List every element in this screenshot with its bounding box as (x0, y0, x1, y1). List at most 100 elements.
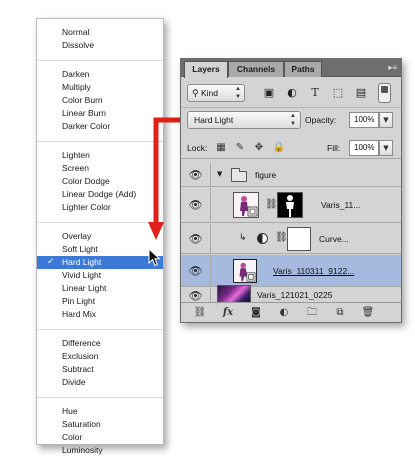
menu-group-darken: Darken Multiply Color Burn Linear Burn D… (37, 68, 163, 133)
visibility-eye-icon[interactable]: 👁 (181, 224, 211, 253)
panel-tab-strip: Layers Channels Paths ▸≡ (181, 59, 401, 78)
blend-mode-select[interactable]: Hard Light ▲ ▼ (187, 111, 301, 129)
menu-separator (37, 397, 163, 398)
search-icon: ⚲ (192, 89, 199, 99)
shape-filter-icon[interactable]: ⬚ (330, 85, 346, 101)
menu-group-inversion: Difference Exclusion Subtract Divide (37, 337, 163, 389)
mouse-cursor-icon (148, 248, 161, 267)
panel-menu-icon[interactable]: ▸≡ (383, 62, 397, 74)
smart-object-filter-icon[interactable]: ▤ (353, 85, 369, 101)
menu-item-color-dodge[interactable]: Color Dodge (37, 175, 163, 188)
menu-item-luminosity[interactable]: Luminosity (37, 444, 163, 457)
menu-item-color-burn[interactable]: Color Burn (37, 94, 163, 107)
pixel-filter-icon[interactable]: ▣ (261, 85, 277, 101)
blend-mode-menu: Normal Dissolve Darken Multiply Color Bu… (36, 18, 164, 455)
fx-icon[interactable]: fx (221, 306, 235, 320)
menu-item-linear-burn[interactable]: Linear Burn (37, 107, 163, 120)
menu-item-normal[interactable]: Normal (37, 26, 163, 39)
blend-mode-value: Hard Light (194, 115, 234, 125)
new-layer-icon[interactable]: ⧉ (333, 306, 347, 320)
mask-link-icon[interactable]: ⛓ (275, 232, 288, 243)
menu-item-linear-light[interactable]: Linear Light (37, 282, 163, 295)
menu-item-multiply[interactable]: Multiply (37, 81, 163, 94)
lock-position-icon[interactable]: ✥ (252, 141, 266, 155)
figure-thumbnail-icon (234, 260, 256, 282)
tab-layers[interactable]: Layers (184, 61, 228, 78)
menu-item-darker-color[interactable]: Darker Color (37, 120, 163, 133)
delete-layer-icon[interactable]: 🗑 (361, 306, 375, 320)
opacity-dropdown-arrow[interactable]: ▼ (379, 112, 393, 128)
lock-fill-row: Lock: ▦ ✎ ✥ 🔒 Fill: 100% ▼ (181, 137, 401, 159)
fill-input[interactable]: 100% (349, 140, 379, 156)
menu-group-component: Hue Saturation Color Luminosity (37, 405, 163, 457)
type-filter-icon[interactable]: T (307, 85, 323, 101)
layer-thumbnail (233, 259, 257, 283)
menu-item-hard-mix[interactable]: Hard Mix (37, 308, 163, 321)
lock-image-pixels-icon[interactable]: ✎ (233, 141, 247, 155)
new-adjustment-icon[interactable]: ◐ (277, 306, 291, 320)
menu-item-pin-light[interactable]: Pin Light (37, 295, 163, 308)
filter-kind-select[interactable]: ⚲ Kind ▲ ▼ (187, 84, 245, 102)
layer-name: Varis_110311_9122... (273, 266, 355, 276)
menu-item-vivid-light[interactable]: Vivid Light (37, 269, 163, 282)
menu-group-lighten: Lighten Screen Color Dodge Linear Dodge … (37, 149, 163, 214)
checkmark-icon: ✓ (47, 257, 55, 267)
layer-name: Curve... (319, 234, 349, 244)
tab-paths[interactable]: Paths (284, 61, 322, 77)
menu-group-normal: Normal Dissolve (37, 26, 163, 52)
visibility-eye-icon[interactable]: 👁 (181, 163, 211, 186)
updown-arrows-icon: ▲ ▼ (235, 86, 241, 100)
mask-silhouette-icon (278, 193, 302, 217)
figure-thumbnail-icon (234, 193, 258, 217)
menu-item-linear-dodge[interactable]: Linear Dodge (Add) (37, 188, 163, 201)
layer-row-selected-smart-object[interactable]: 👁 Varis_110311_9122... (181, 255, 401, 287)
layer-name: Varis_121021_0225 (257, 290, 333, 300)
mask-link-icon[interactable]: ⛓ (265, 199, 278, 210)
menu-item-hue[interactable]: Hue (37, 405, 163, 418)
menu-item-subtract[interactable]: Subtract (37, 363, 163, 376)
menu-item-lighter-color[interactable]: Lighter Color (37, 201, 163, 214)
layer-row-smart-object-masked[interactable]: 👁 ⛓ Varis_11... (181, 188, 401, 223)
menu-item-divide[interactable]: Divide (37, 376, 163, 389)
visibility-eye-icon[interactable]: 👁 (181, 255, 211, 286)
menu-item-darken[interactable]: Darken (37, 68, 163, 81)
menu-item-dissolve[interactable]: Dissolve (37, 39, 163, 52)
menu-item-saturation[interactable]: Saturation (37, 418, 163, 431)
group-expand-triangle-icon[interactable]: ▼ (217, 170, 222, 178)
tab-channels[interactable]: Channels (228, 61, 284, 77)
add-mask-icon[interactable]: ◙ (249, 306, 263, 320)
menu-item-overlay[interactable]: Overlay (37, 230, 163, 243)
layers-panel: Layers Channels Paths ▸≡ ⚲ Kind ▲ ▼ ▣ ◐ T… (180, 58, 402, 323)
menu-separator (37, 329, 163, 330)
menu-item-difference[interactable]: Difference (37, 337, 163, 350)
menu-item-exclusion[interactable]: Exclusion (37, 350, 163, 363)
menu-separator (37, 222, 163, 223)
visibility-eye-icon[interactable]: 👁 (181, 188, 211, 222)
menu-separator (37, 60, 163, 61)
adjustment-filter-icon[interactable]: ◐ (284, 85, 300, 101)
filter-toggle-switch[interactable] (378, 83, 391, 103)
link-layers-icon[interactable]: ⛓ (193, 306, 207, 320)
fill-dropdown-arrow[interactable]: ▼ (379, 140, 393, 156)
menu-item-soft-light[interactable]: Soft Light (37, 243, 163, 256)
lock-all-icon[interactable]: 🔒 (272, 141, 286, 155)
fill-label: Fill: (327, 143, 341, 153)
layer-row-curves[interactable]: 👁 ↳ ⛓ Curve... (181, 224, 401, 254)
menu-item-screen[interactable]: Screen (37, 162, 163, 175)
layer-filter-row: ⚲ Kind ▲ ▼ ▣ ◐ T ⬚ ▤ (181, 78, 401, 108)
menu-item-color[interactable]: Color (37, 431, 163, 444)
layer-mask-thumbnail[interactable] (277, 192, 303, 218)
menu-group-contrast: Overlay Soft Light ✓ Hard Light Vivid Lig… (37, 230, 163, 321)
opacity-input[interactable]: 100% (349, 112, 379, 128)
layer-mask-thumbnail[interactable] (287, 227, 311, 251)
layer-row-group[interactable]: 👁 ▼ figure (181, 163, 401, 187)
lock-label: Lock: (187, 143, 208, 153)
layer-name: figure (255, 170, 277, 180)
filter-kind-label: Kind (200, 88, 218, 98)
lock-transparent-pixels-icon[interactable]: ▦ (214, 141, 228, 155)
adjustment-layer-icon (257, 233, 268, 244)
menu-item-hard-light[interactable]: ✓ Hard Light (37, 256, 163, 269)
menu-item-label: Hard Light (62, 257, 102, 267)
new-group-icon[interactable]: 🗀 (305, 306, 319, 320)
menu-item-lighten[interactable]: Lighten (37, 149, 163, 162)
